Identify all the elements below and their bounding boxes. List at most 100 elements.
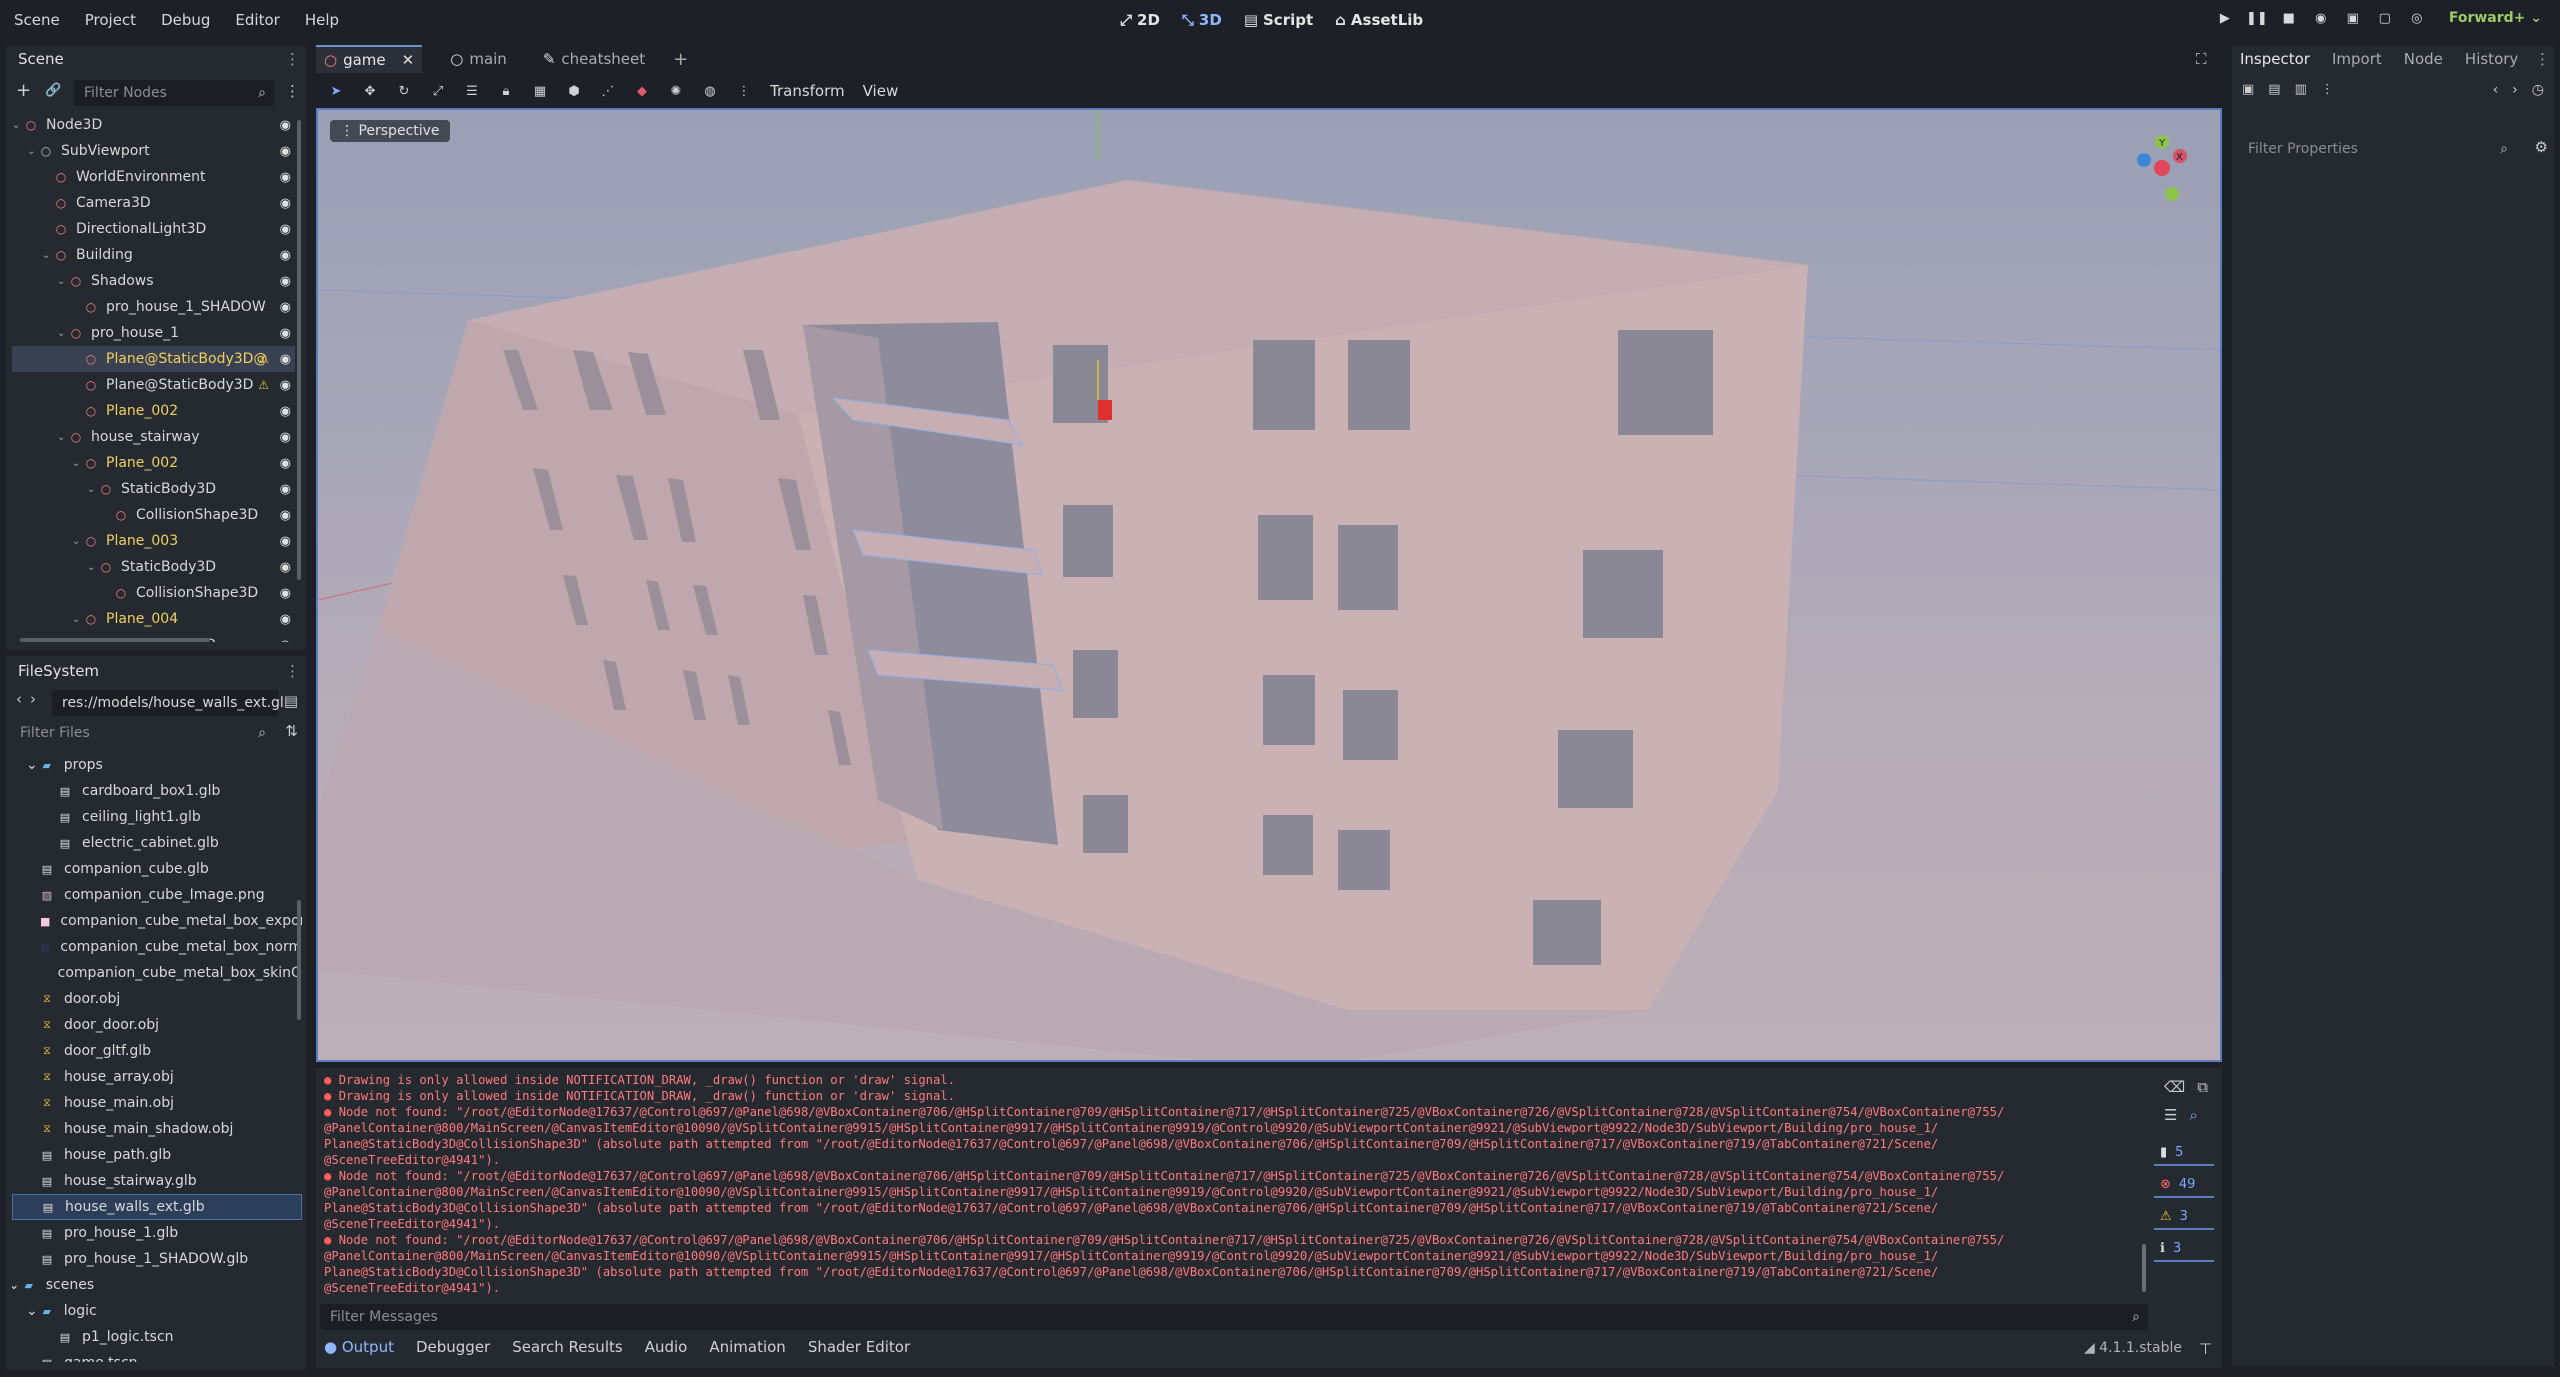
- remote-debug-icon[interactable]: ◉: [2313, 10, 2329, 26]
- view-menu[interactable]: View: [863, 82, 899, 100]
- pin-panel-icon[interactable]: ⊤: [2199, 1340, 2212, 1358]
- scene-tree-node[interactable]: ⌄ ○ StaticBody3D ◉: [12, 554, 295, 580]
- visibility-eye-icon[interactable]: ◉: [280, 508, 291, 523]
- fs-file-item[interactable]: ⧖ house_main_shadow.obj: [12, 1116, 302, 1142]
- scene-tree-node[interactable]: ⌄ ○ StaticBody3D ◉: [12, 476, 295, 502]
- visibility-eye-icon[interactable]: ◉: [280, 326, 291, 341]
- scene-tree-node[interactable]: ⌄ ○ pro_house_1 ◉: [12, 320, 295, 346]
- scale-mode-icon[interactable]: ⤢: [430, 83, 446, 99]
- collapse-arrow-icon[interactable]: ⌄: [26, 1303, 38, 1319]
- object-history-icon[interactable]: ◷: [2532, 82, 2544, 98]
- visibility-eye-icon[interactable]: ◉: [280, 430, 291, 445]
- dock-menu-icon[interactable]: ⋮: [285, 50, 300, 68]
- scene-tree-node[interactable]: ⌄ ○ Building ◉: [12, 242, 295, 268]
- play-icon[interactable]: ▶: [2217, 10, 2233, 26]
- fs-file-item[interactable]: ⧖ door_gltf.glb: [12, 1038, 302, 1064]
- collapse-arrow-icon[interactable]: ⌄: [57, 432, 69, 443]
- visibility-eye-icon[interactable]: ◉: [280, 144, 291, 159]
- fs-folder-item[interactable]: ⌄ ▰ props: [12, 752, 302, 778]
- mode-script-button[interactable]: ▤ Script: [1244, 11, 1313, 29]
- scene-tree-node[interactable]: ○ DirectionalLight3D ◉: [12, 216, 295, 242]
- fs-file-item[interactable]: ▤ house_stairway.glb: [12, 1168, 302, 1194]
- pause-icon[interactable]: ❚❚: [2246, 10, 2268, 26]
- collapse-arrow-icon[interactable]: ⌄: [26, 757, 38, 773]
- visibility-eye-icon[interactable]: ◉: [280, 118, 291, 133]
- fs-file-item[interactable]: ■ companion_cube_metal_box_norm: [12, 934, 302, 960]
- scene-dock-title[interactable]: Scene: [18, 50, 64, 68]
- collapse-arrow-icon[interactable]: ⌄: [57, 276, 69, 287]
- collapse-arrow-icon[interactable]: ⌄: [72, 458, 84, 469]
- scene-tree-node[interactable]: ⌄ ○ Plane_003 ◉: [12, 528, 295, 554]
- fs-file-item[interactable]: ▨ companion_cube_Image.png: [12, 882, 302, 908]
- menu-debug[interactable]: Debug: [161, 11, 210, 29]
- menu-help[interactable]: Help: [305, 11, 339, 29]
- fs-menu-icon[interactable]: ⋮: [285, 662, 300, 680]
- history-back-icon[interactable]: ‹: [2493, 82, 2499, 98]
- visibility-eye-icon[interactable]: ◉: [280, 378, 291, 393]
- fs-folder-item[interactable]: ⌄ ▰ logic: [12, 1298, 302, 1324]
- filter-properties-input[interactable]: Filter Properties ⌕: [2238, 136, 2514, 162]
- scene-tree-node[interactable]: ⌄ ○ Plane_002 ◉: [12, 450, 295, 476]
- add-node-icon[interactable]: +: [16, 80, 31, 101]
- tab-import[interactable]: Import: [2332, 50, 2382, 68]
- menu-project[interactable]: Project: [85, 11, 136, 29]
- visibility-eye-icon[interactable]: ◉: [280, 300, 291, 315]
- tab-history[interactable]: History: [2465, 50, 2518, 68]
- scene-tree-node[interactable]: ⌄ ○ house_stairway ◉: [12, 424, 295, 450]
- scene-tree-node[interactable]: ○ Plane@StaticBody3D@ ⚠ ◉: [12, 346, 295, 372]
- clear-output-icon[interactable]: ⌫: [2164, 1078, 2185, 1096]
- visibility-eye-icon[interactable]: ◉: [280, 222, 291, 237]
- fs-file-item[interactable]: ⧖ house_array.obj: [12, 1064, 302, 1090]
- distraction-free-icon[interactable]: ⛶: [2196, 50, 2207, 68]
- tab-search-results[interactable]: Search Results: [512, 1338, 622, 1356]
- move-mode-icon[interactable]: ✥: [362, 83, 378, 99]
- tab-output[interactable]: ● Output: [324, 1338, 394, 1356]
- tab-cheatsheet[interactable]: ✎ cheatsheet: [535, 46, 653, 72]
- visibility-eye-icon[interactable]: ◉: [280, 196, 291, 211]
- visibility-eye-icon[interactable]: ◉: [280, 586, 291, 601]
- scene-tree-node[interactable]: ⌄ ○ Plane_004 ◉: [12, 606, 295, 632]
- fs-file-item[interactable]: ⧖ door.obj: [12, 986, 302, 1012]
- visibility-eye-icon[interactable]: ◉: [280, 352, 291, 367]
- collapse-arrow-icon[interactable]: ⌄: [12, 1277, 20, 1293]
- dock-menu-icon[interactable]: ⋮: [2535, 50, 2550, 68]
- scene-options-icon[interactable]: ⋮: [285, 82, 300, 100]
- fs-file-item[interactable]: ▤ companion_cube.glb: [12, 856, 302, 882]
- camera-override-icon[interactable]: ◆: [634, 83, 650, 99]
- fs-file-item[interactable]: ▤ ceiling_light1.glb: [12, 804, 302, 830]
- scene-tree-node[interactable]: ○ Camera3D ◉: [12, 190, 295, 216]
- resource-options-icon[interactable]: ⋮: [2321, 82, 2334, 97]
- mode-3d-button[interactable]: ⤡ 3D: [1182, 11, 1222, 29]
- mode-assetlib-button[interactable]: ⌂ AssetLib: [1335, 11, 1423, 29]
- menu-scene[interactable]: Scene: [14, 11, 60, 29]
- collapse-arrow-icon[interactable]: ⌄: [12, 120, 24, 131]
- scene-tree-vscrollbar[interactable]: [297, 120, 301, 580]
- collapse-arrow-icon[interactable]: ⌄: [42, 250, 54, 261]
- info-filter-button[interactable]: ℹ3: [2154, 1236, 2214, 1262]
- tab-audio[interactable]: Audio: [645, 1338, 688, 1356]
- scene-tree-node[interactable]: ○ Plane@StaticBody3D ⚠ ◉: [12, 372, 295, 398]
- warning-icon[interactable]: ⚠: [258, 378, 269, 392]
- warning-icon[interactable]: ⚠: [258, 352, 269, 366]
- filter-files-input[interactable]: Filter Files ⌕: [10, 720, 274, 746]
- save-resource-icon[interactable]: ▥: [2295, 82, 2307, 97]
- list-select-icon[interactable]: ☰: [464, 83, 480, 99]
- fs-file-item[interactable]: ▤ electric_cabinet.glb: [12, 830, 302, 856]
- fs-path-field[interactable]: res://models/house_walls_ext.gl: [52, 690, 284, 716]
- fs-file-item[interactable]: ▤ cardboard_box1.glb: [12, 778, 302, 804]
- warnings-filter-button[interactable]: ⚠ 3: [2154, 1204, 2214, 1230]
- visibility-eye-icon[interactable]: ◉: [280, 482, 291, 497]
- visibility-eye-icon[interactable]: ◉: [280, 534, 291, 549]
- new-resource-icon[interactable]: ▣: [2242, 82, 2254, 97]
- tab-node[interactable]: Node: [2404, 50, 2443, 68]
- collapse-arrow-icon[interactable]: ⌄: [87, 562, 99, 573]
- back-icon[interactable]: ‹: [16, 690, 22, 708]
- history-forward-icon[interactable]: ›: [2512, 82, 2518, 98]
- mode-2d-button[interactable]: ⤢ 2D: [1120, 11, 1160, 29]
- fs-file-item[interactable]: ▤ house_path.glb: [12, 1142, 302, 1168]
- visibility-eye-icon[interactable]: ◉: [280, 456, 291, 471]
- fs-file-item[interactable]: ▤ pro_house_1_SHADOW.glb: [12, 1246, 302, 1272]
- visibility-eye-icon[interactable]: ◉: [280, 404, 291, 419]
- snap-icon[interactable]: ⋰: [600, 83, 616, 99]
- visibility-eye-icon[interactable]: ◉: [280, 638, 291, 643]
